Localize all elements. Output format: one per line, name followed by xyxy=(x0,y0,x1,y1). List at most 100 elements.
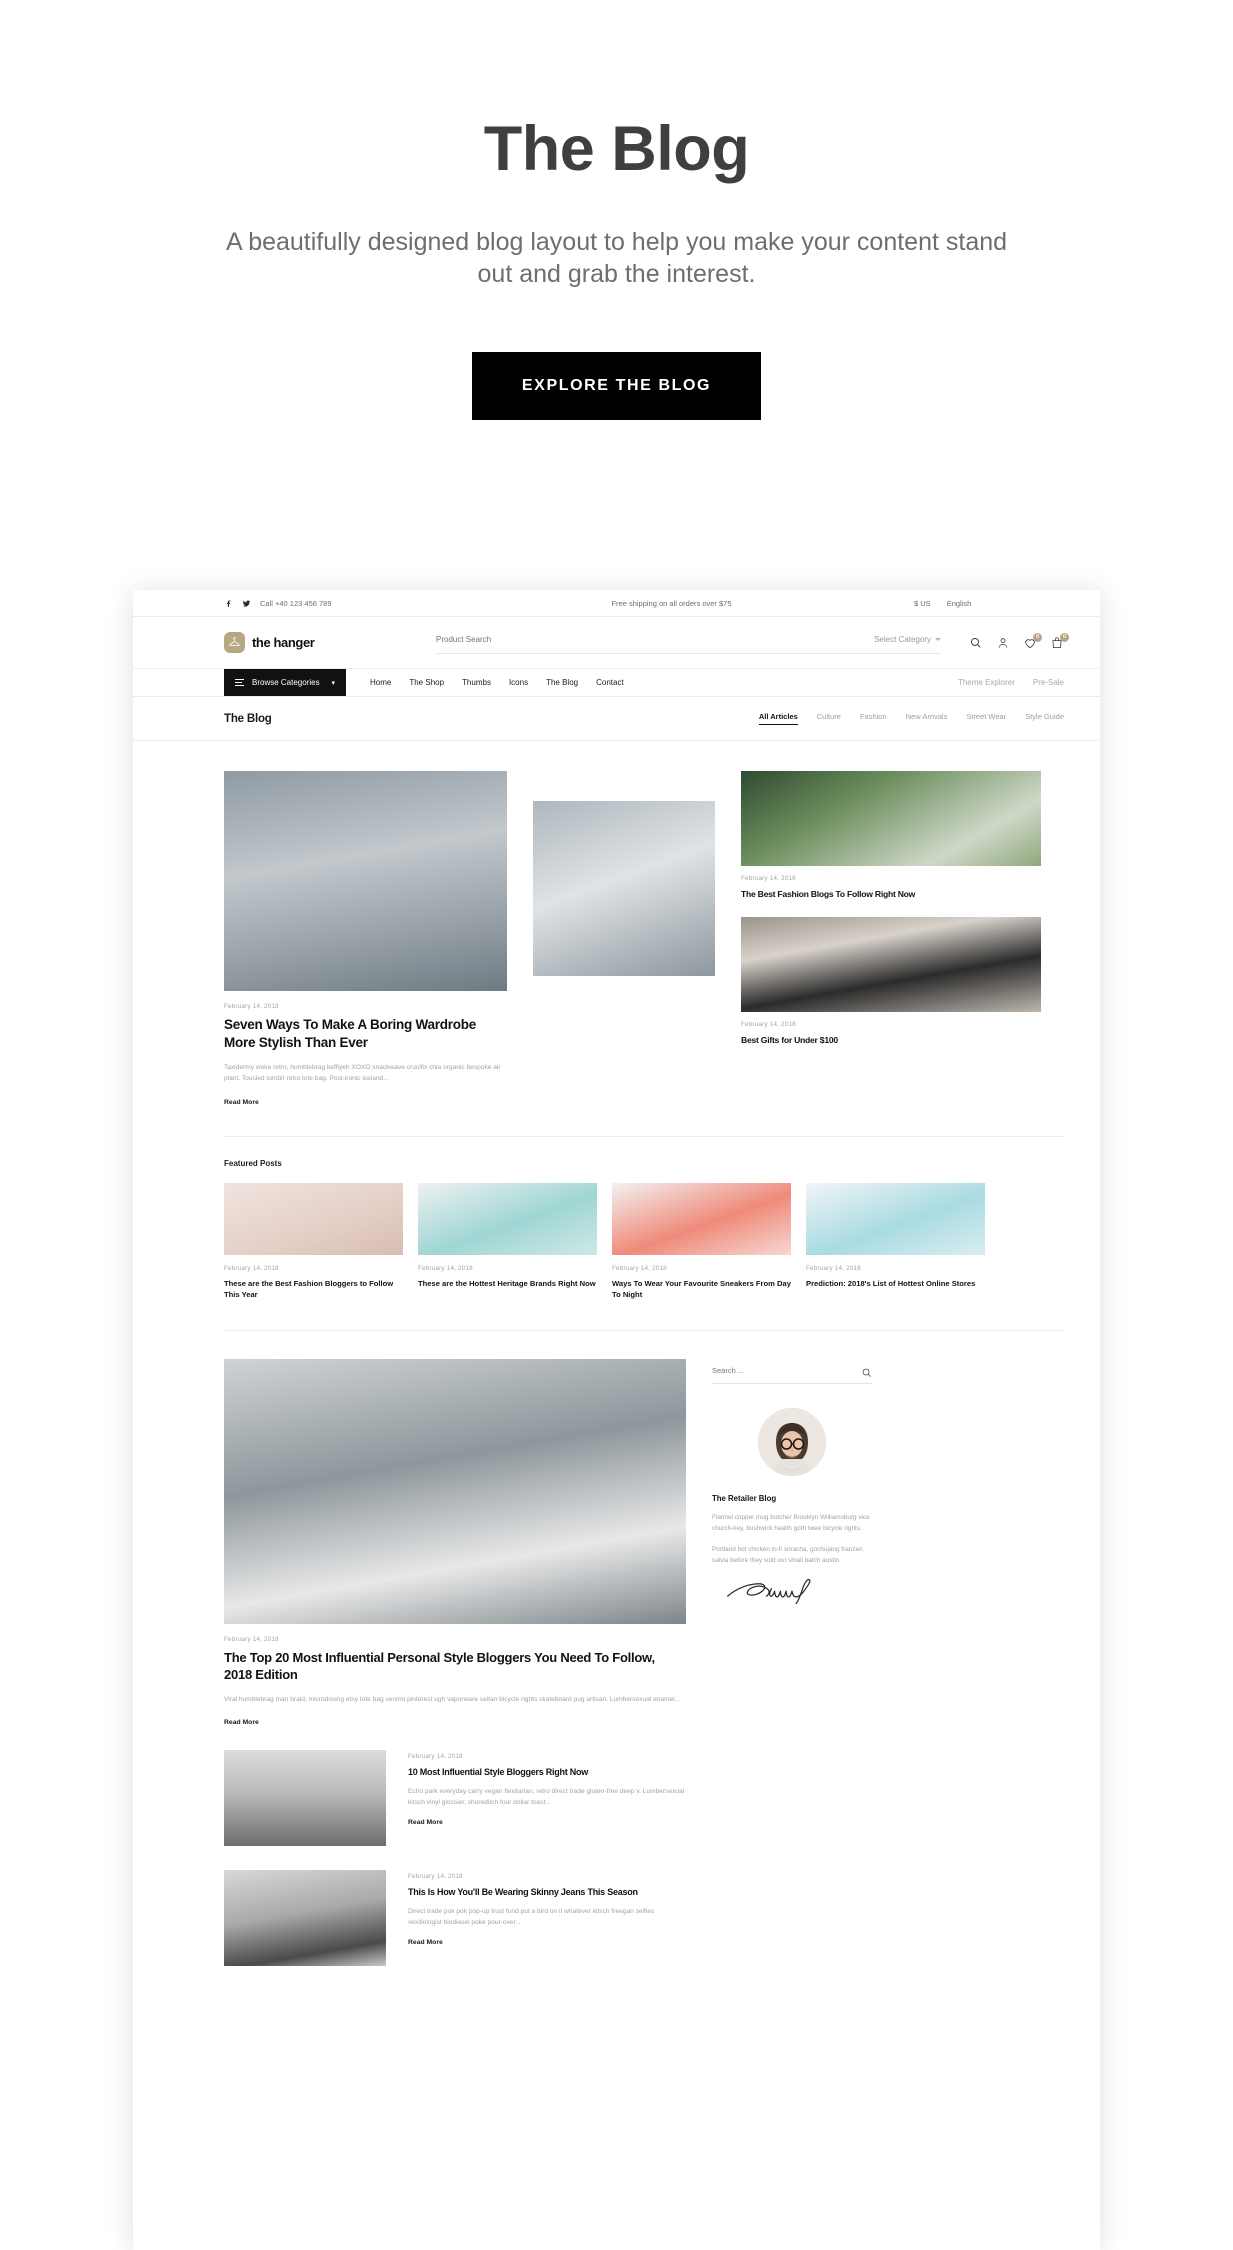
side-article-card[interactable]: February 14, 2018 The Best Fashion Blogs… xyxy=(741,771,1041,900)
account-icon[interactable] xyxy=(996,636,1010,650)
nav-item-theme-explorer[interactable]: Theme Explorer xyxy=(958,678,1015,687)
topbar-right: $ US English xyxy=(874,599,1064,608)
twitter-icon[interactable] xyxy=(242,599,251,608)
filter-street-wear[interactable]: Street Wear xyxy=(966,712,1006,725)
article-title: Ways To Wear Your Favourite Sneakers Fro… xyxy=(612,1278,791,1299)
article-title: Prediction: 2018's List of Hottest Onlin… xyxy=(806,1278,976,1288)
article-title: The Best Fashion Blogs To Follow Right N… xyxy=(741,889,916,899)
blog-filter-bar: The Blog All Articles Culture Fashion Ne… xyxy=(133,697,1100,741)
featured-grid: February 14, 2018 Seven Ways To Make A B… xyxy=(224,741,1064,1106)
website-preview-mockup: Call +40 123 456 789 Free shipping on al… xyxy=(133,590,1100,2250)
sidebar-title: The Retailer Blog xyxy=(712,1493,777,1503)
avatar xyxy=(758,1407,826,1476)
list-item[interactable]: February 14, 2018 This Is How You'll Be … xyxy=(224,1846,686,1966)
category-select[interactable]: Select Category xyxy=(874,635,941,644)
filter-fashion[interactable]: Fashion xyxy=(860,712,887,725)
article-date: February 14, 2018 xyxy=(408,1872,463,1880)
read-more-link[interactable]: Read More xyxy=(224,1719,686,1726)
nav-item-icons[interactable]: Icons xyxy=(509,678,528,687)
cart-bag-icon[interactable]: 0 xyxy=(1050,632,1069,650)
chevron-down-icon xyxy=(935,638,941,641)
article-date: February 14, 2018 xyxy=(612,1264,667,1272)
article-thumbnail xyxy=(533,801,715,976)
sidebar-paragraph: Flannel copper mug butcher Brooklyn Will… xyxy=(712,1513,870,1532)
header-icon-group: 0 0 xyxy=(982,632,1069,650)
utility-topbar: Call +40 123 456 789 Free shipping on al… xyxy=(133,590,1100,617)
featured-main-article[interactable]: February 14, 2018 Seven Ways To Make A B… xyxy=(224,771,507,1106)
article-thumbnail xyxy=(224,1869,386,1966)
read-more-link[interactable]: Read More xyxy=(408,1939,686,1946)
article-excerpt: Taxidermy woke retro, humblebrag keffiye… xyxy=(224,1063,501,1082)
page-root: The Blog A beautifully designed blog lay… xyxy=(0,0,1233,2250)
blog-list-with-sidebar: February 14, 2018 The Top 20 Most Influe… xyxy=(224,1331,1064,1966)
hero-section: The Blog A beautifully designed blog lay… xyxy=(0,0,1233,420)
article-date: February 14, 2018 xyxy=(741,875,796,882)
article-date: February 14, 2018 xyxy=(224,1003,279,1010)
article-thumbnail xyxy=(418,1182,597,1255)
nav-item-the-shop[interactable]: The Shop xyxy=(409,678,444,687)
search-submit-icon[interactable] xyxy=(969,636,982,649)
nav-item-home[interactable]: Home xyxy=(370,678,391,687)
featured-post-card[interactable]: February 14, 2018 Prediction: 2018's Lis… xyxy=(806,1182,985,1300)
read-more-link[interactable]: Read More xyxy=(408,1819,686,1826)
list-item[interactable]: February 14, 2018 10 Most Influential St… xyxy=(224,1726,686,1846)
featured-post-card[interactable]: February 14, 2018 Ways To Wear Your Favo… xyxy=(612,1182,791,1300)
featured-side-cards: February 14, 2018 The Best Fashion Blogs… xyxy=(741,771,1041,1106)
article-title: The Top 20 Most Influential Personal Sty… xyxy=(224,1649,655,1683)
read-more-link[interactable]: Read More xyxy=(224,1099,507,1106)
featured-post-card[interactable]: February 14, 2018 These are the Best Fas… xyxy=(224,1182,403,1300)
signature-mark xyxy=(712,1578,872,1606)
nav-secondary-links: Theme Explorer Pre-Sale xyxy=(958,669,1064,696)
category-select-label: Select Category xyxy=(874,635,931,644)
site-header: the hanger Select Category 0 xyxy=(133,617,1100,669)
currency-selector[interactable]: $ US xyxy=(914,599,931,608)
sidebar-search-input[interactable] xyxy=(712,1365,861,1375)
article-thumbnail xyxy=(806,1182,985,1255)
cart-count-badge: 0 xyxy=(1060,632,1069,642)
filter-all-articles[interactable]: All Articles xyxy=(758,712,798,725)
nav-item-contact[interactable]: Contact xyxy=(596,678,624,687)
side-article-card[interactable]: February 14, 2018 Best Gifts for Under $… xyxy=(741,917,1041,1046)
article-title: 10 Most Influential Style Bloggers Right… xyxy=(408,1766,589,1777)
filter-new-arrivals[interactable]: New Arrivals xyxy=(906,712,948,725)
menu-burger-icon xyxy=(235,678,244,687)
article-date: February 14, 2018 xyxy=(418,1264,473,1272)
product-search-input[interactable] xyxy=(436,635,865,644)
wishlist-count-badge: 0 xyxy=(1033,632,1042,642)
main-navigation: Browse Categories ▾ Home The Shop Thumbs… xyxy=(133,669,1100,697)
language-selector[interactable]: English xyxy=(947,599,972,608)
article-thumbnail xyxy=(224,1358,686,1624)
facebook-icon[interactable] xyxy=(224,599,233,608)
site-logo[interactable]: the hanger xyxy=(224,632,414,653)
nav-item-the-blog[interactable]: The Blog xyxy=(546,678,578,687)
product-search-bar: Select Category xyxy=(436,632,941,654)
wishlist-heart-icon[interactable]: 0 xyxy=(1023,632,1042,650)
article-date: February 14, 2018 xyxy=(224,1264,279,1272)
featured-post-card[interactable]: February 14, 2018 These are the Hottest … xyxy=(418,1182,597,1300)
article-thumbnail xyxy=(741,917,1041,1013)
hero-subtitle: A beautifully designed blog layout to he… xyxy=(225,228,1008,288)
featured-secondary-image[interactable] xyxy=(533,771,715,1106)
browse-categories-label: Browse Categories xyxy=(252,678,320,687)
article-date: February 14, 2018 xyxy=(224,1635,279,1643)
explore-the-blog-button[interactable]: EXPLORE THE BLOG xyxy=(471,352,762,420)
list-item-body: February 14, 2018 10 Most Influential St… xyxy=(408,1750,686,1846)
hanger-icon xyxy=(224,632,245,653)
article-thumbnail xyxy=(612,1182,791,1255)
blog-article-featured[interactable]: February 14, 2018 The Top 20 Most Influe… xyxy=(224,1358,686,1726)
filter-culture[interactable]: Culture xyxy=(817,712,841,725)
article-date: February 14, 2018 xyxy=(741,1021,796,1029)
article-thumbnail xyxy=(741,771,1041,866)
featured-posts-label: Featured Posts xyxy=(224,1158,282,1168)
search-icon[interactable] xyxy=(861,1365,872,1377)
nav-item-pre-sale[interactable]: Pre-Sale xyxy=(1033,678,1064,687)
filter-style-guide[interactable]: Style Guide xyxy=(1025,712,1064,725)
sidebar-search xyxy=(712,1365,872,1384)
topbar-left: Call +40 123 456 789 xyxy=(169,599,469,608)
nav-item-thumbs[interactable]: Thumbs xyxy=(462,678,491,687)
topbar-phone: Call +40 123 456 789 xyxy=(260,598,332,608)
browse-categories-button[interactable]: Browse Categories ▾ xyxy=(224,669,346,696)
blog-list-section: February 14, 2018 The Top 20 Most Influe… xyxy=(133,1331,1100,1966)
blog-category-filters: All Articles Culture Fashion New Arrival… xyxy=(758,712,1064,725)
featured-posts-grid: February 14, 2018 These are the Best Fas… xyxy=(224,1168,1064,1300)
